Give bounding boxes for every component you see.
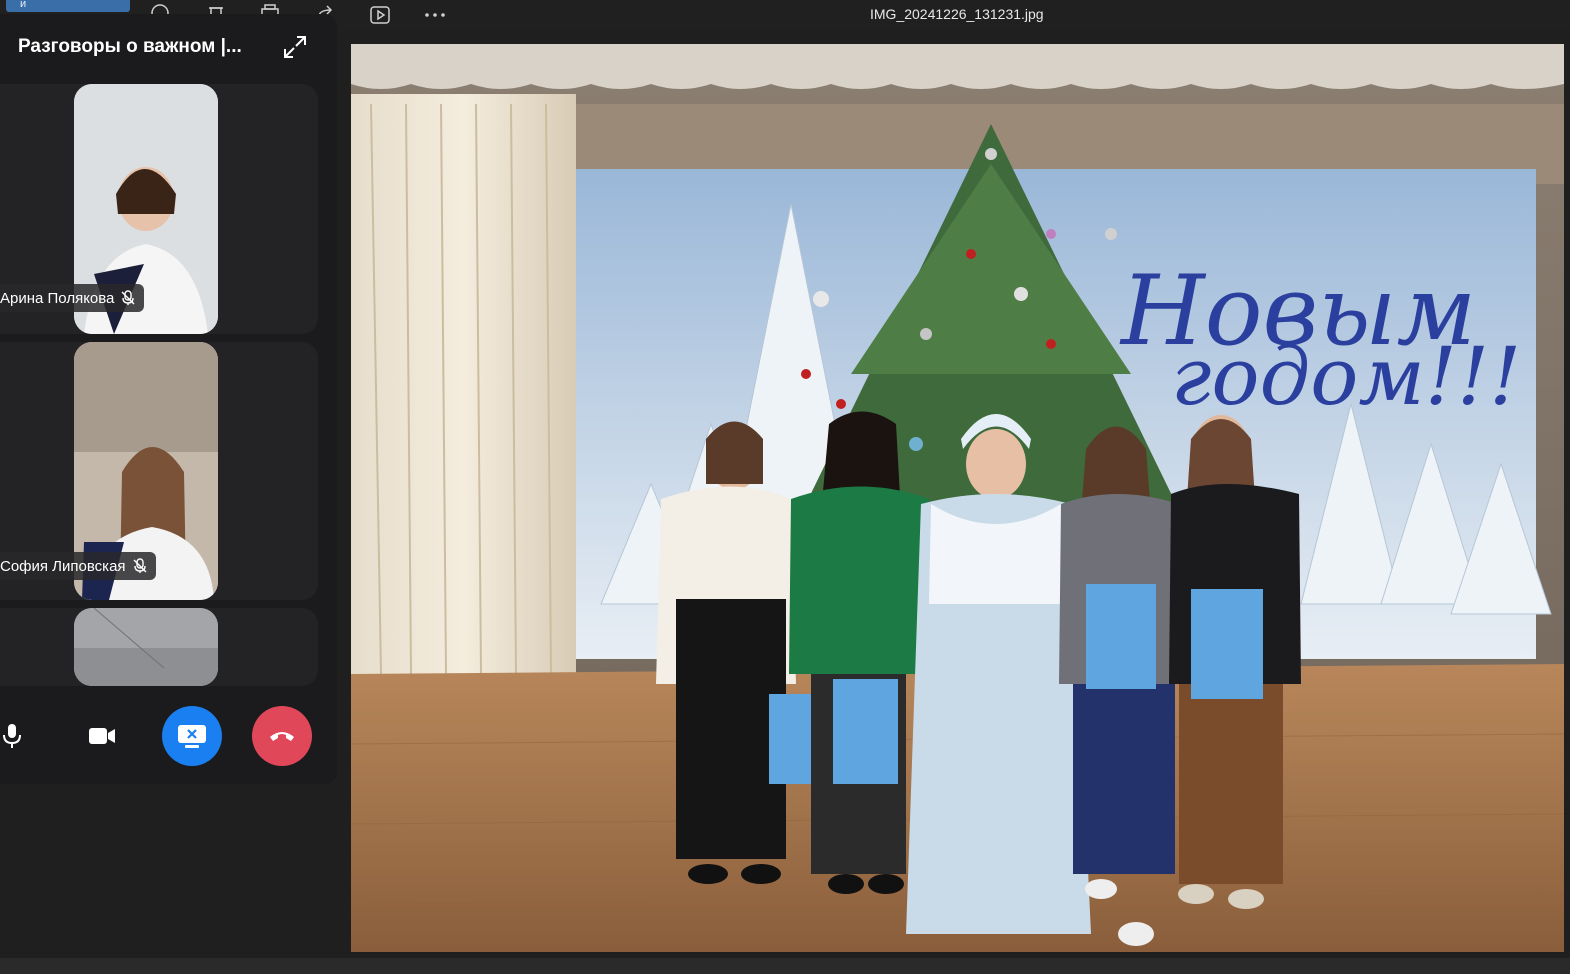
mic-muted-icon	[133, 558, 147, 573]
file-name: IMG_20241226_131231.jpg	[870, 6, 1044, 22]
hang-up-icon	[270, 732, 294, 741]
participant-tile[interactable]: София Липовская	[0, 342, 318, 600]
active-tab[interactable]: и	[6, 0, 130, 12]
participant-tile[interactable]: Арина Полякова	[0, 84, 318, 334]
girl-grey-top	[1059, 426, 1181, 946]
stop-screen-share-button[interactable]	[162, 706, 222, 766]
microphone-button[interactable]	[0, 706, 42, 766]
expand-icon[interactable]	[282, 34, 308, 60]
call-title: Разговоры о важном |...	[18, 36, 242, 57]
camera-button[interactable]	[72, 706, 132, 766]
screen-share-stop-icon	[178, 725, 206, 748]
video-call-panel: Разговоры о важном |... Арина Полякова С…	[0, 14, 337, 784]
end-call-button[interactable]	[252, 706, 312, 766]
participant-name: Арина Полякова	[0, 289, 115, 307]
participant-name-chip: Арина Полякова	[0, 284, 145, 312]
mic-muted-icon	[121, 290, 135, 305]
microphone-icon	[3, 724, 21, 748]
call-controls	[0, 706, 337, 796]
participant-video	[74, 608, 218, 686]
bottom-bar	[0, 958, 1570, 974]
photo-viewer-image: Новым годом!!!	[351, 44, 1564, 952]
active-tab-label: и	[20, 0, 27, 10]
participant-name: София Липовская	[0, 557, 126, 575]
camera-icon	[89, 728, 115, 744]
svg-text:годом!!!: годом!!!	[1171, 330, 1521, 423]
slideshow-icon[interactable]	[366, 2, 394, 28]
participant-tile[interactable]	[0, 608, 318, 686]
more-icon[interactable]	[420, 2, 450, 28]
participant-name-chip: София Липовская	[0, 552, 156, 580]
christmas-stage-photo: Новым годом!!!	[351, 44, 1564, 952]
